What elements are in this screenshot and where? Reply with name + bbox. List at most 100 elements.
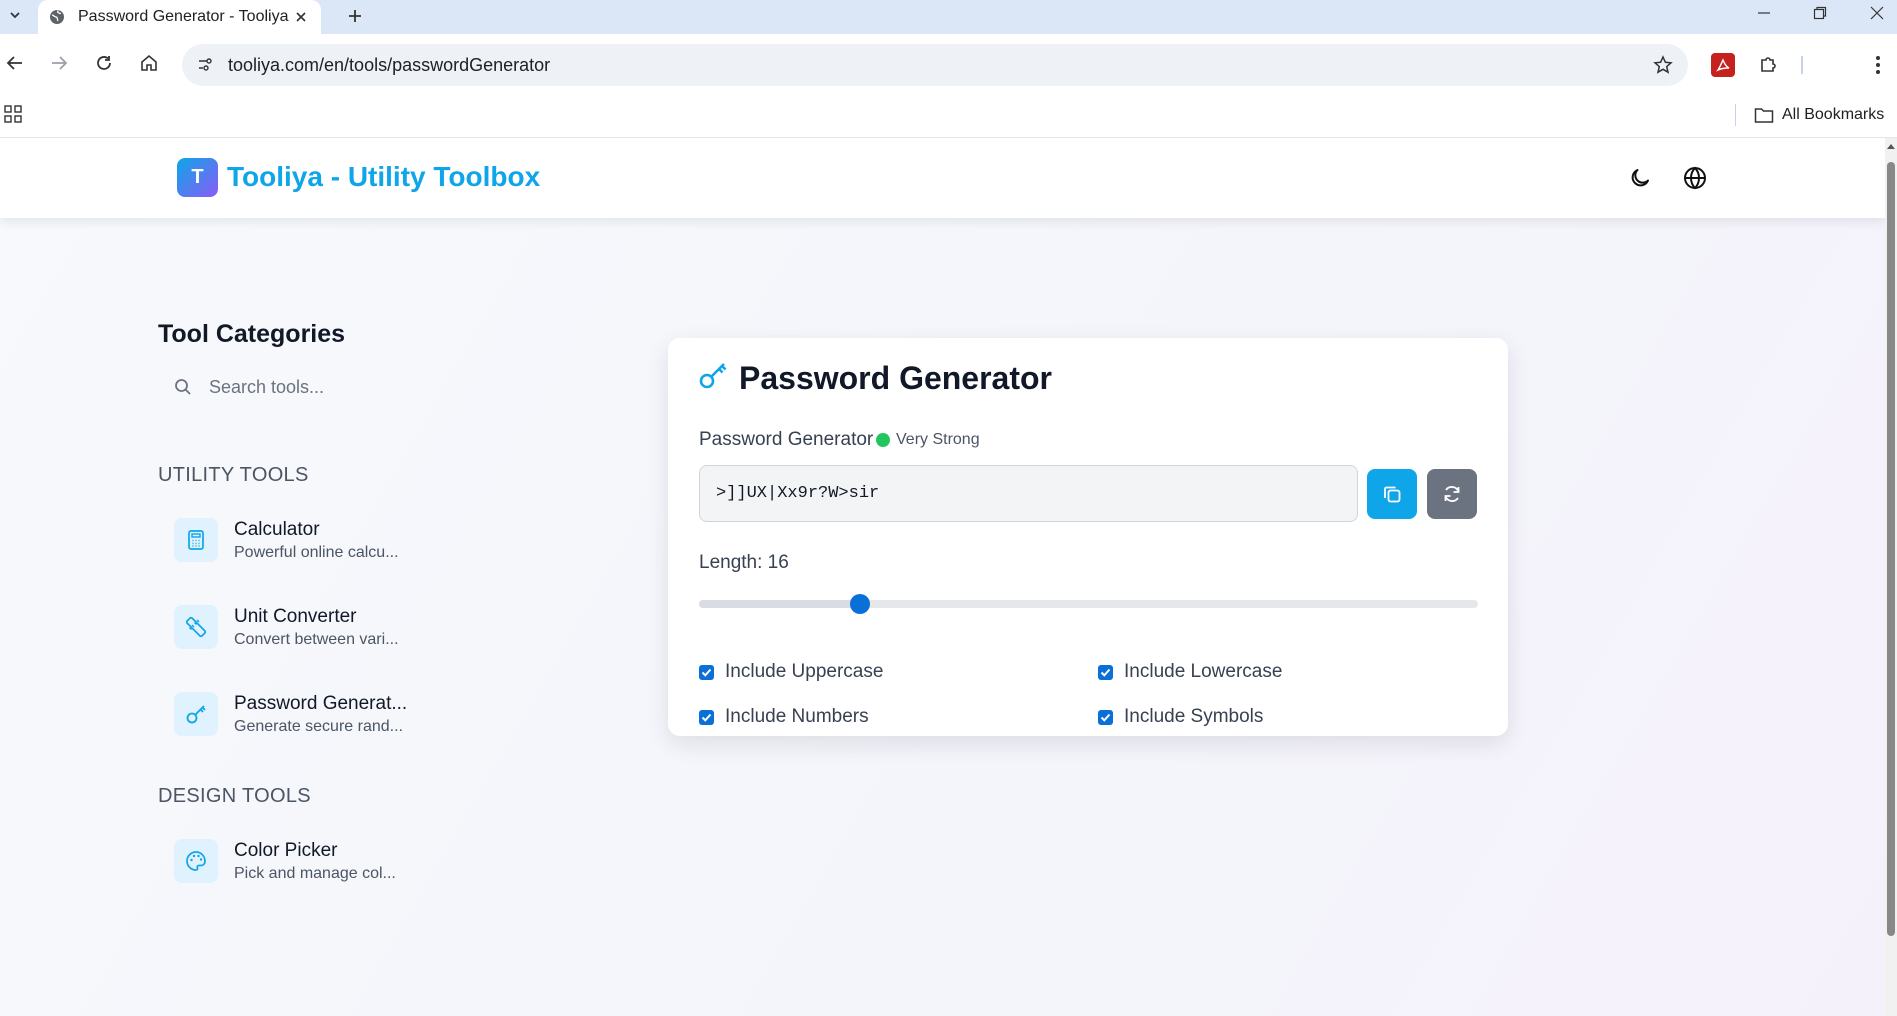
bookmark-star-icon[interactable] [1652, 54, 1674, 76]
browser-menu-button[interactable] [1866, 52, 1890, 78]
page-scrollbar[interactable] [1885, 138, 1897, 1016]
bookmarks-bar: All Bookmarks [0, 94, 1897, 138]
lowercase-option[interactable]: Include Lowercase [1098, 661, 1282, 683]
key-icon [698, 360, 728, 390]
chevron-down-icon [10, 12, 20, 19]
lowercase-label: Include Lowercase [1124, 661, 1283, 682]
symbols-label: Include Symbols [1124, 706, 1264, 727]
length-slider-fill [699, 600, 860, 608]
numbers-checkbox[interactable] [699, 709, 714, 725]
reload-button[interactable] [89, 48, 119, 78]
search-icon [173, 377, 193, 397]
numbers-option[interactable]: Include Numbers [699, 706, 869, 728]
site-header: T Tooliya - Utility Toolbox [0, 138, 1885, 218]
sidebar-item-calculator[interactable]: Calculator Powerful online calcu... [170, 509, 460, 571]
address-bar[interactable]: tooliya.com/en/tools/passwordGenerator [182, 44, 1688, 86]
apps-grid-icon[interactable] [2, 103, 24, 125]
home-button[interactable] [134, 48, 164, 78]
browser-tab-active[interactable]: Password Generator - Tooliya [38, 0, 321, 34]
restore-icon [1813, 6, 1827, 20]
sidebar-item-color-picker[interactable]: Color Picker Pick and manage col... [170, 830, 460, 892]
strength-indicator: Very Strong [876, 431, 980, 449]
all-bookmarks-label: All Bookmarks [1782, 106, 1885, 123]
length-slider-thumb[interactable] [850, 594, 870, 614]
uppercase-checkbox[interactable] [699, 664, 714, 680]
ruler-icon [174, 605, 218, 649]
minimize-window-button[interactable] [1741, 0, 1787, 26]
check-icon [1100, 713, 1111, 722]
bookmarks-divider [1735, 104, 1736, 126]
dark-mode-toggle[interactable] [1624, 162, 1656, 194]
arrow-right-icon [52, 56, 68, 70]
moon-icon [1631, 169, 1649, 187]
more-vertical-icon [1876, 56, 1880, 74]
reload-icon [97, 56, 111, 70]
copy-icon [1384, 486, 1401, 503]
section-label-design: DESIGN TOOLS [158, 785, 311, 807]
forward-button[interactable] [44, 48, 74, 78]
url-text[interactable]: tooliya.com/en/tools/passwordGenerator [228, 55, 550, 76]
browser-tabstrip: Password Generator - Tooliya [0, 0, 1897, 34]
password-output[interactable] [699, 465, 1358, 522]
key-icon [174, 692, 218, 736]
symbols-option[interactable]: Include Symbols [1098, 706, 1263, 728]
home-icon [141, 54, 157, 71]
check-icon [1100, 668, 1111, 677]
length-label: Length: 16 [699, 552, 789, 573]
uppercase-option[interactable]: Include Uppercase [699, 661, 883, 683]
restore-window-button[interactable] [1797, 0, 1843, 26]
browser-toolbar: tooliya.com/en/tools/passwordGenerator [0, 34, 1897, 94]
symbols-checkbox[interactable] [1098, 709, 1113, 725]
tool-name: Password Generat... [234, 693, 408, 714]
globe-icon [48, 8, 66, 26]
close-icon [1870, 6, 1884, 20]
scroll-up-arrow-icon[interactable] [1885, 140, 1897, 152]
tool-search [158, 366, 440, 408]
tool-name: Unit Converter [234, 606, 357, 627]
strength-dot [876, 433, 890, 447]
plus-icon [349, 10, 361, 22]
refresh-icon [1444, 486, 1460, 502]
search-input[interactable] [158, 366, 440, 408]
copy-button[interactable] [1367, 469, 1417, 519]
site-title[interactable]: Tooliya - Utility Toolbox [227, 161, 540, 193]
tool-description: Generate secure rand... [234, 718, 403, 735]
site-settings-icon[interactable] [195, 55, 215, 75]
tool-description: Powerful online calcu... [234, 544, 399, 561]
sidebar-item-unit-converter[interactable]: Unit Converter Convert between vari... [170, 596, 460, 658]
uppercase-label: Include Uppercase [725, 661, 884, 682]
arrow-left-icon [6, 56, 22, 70]
scrollbar-thumb[interactable] [1887, 162, 1895, 936]
all-bookmarks-button[interactable]: All Bookmarks [1754, 102, 1884, 128]
tab-search-button[interactable] [4, 4, 26, 26]
password-field-label: Password Generator [699, 429, 874, 450]
sidebar-title: Tool Categories [158, 320, 346, 348]
calculator-icon [174, 518, 218, 562]
regenerate-button[interactable] [1427, 469, 1477, 519]
folder-icon [1754, 108, 1774, 123]
page-title: Password Generator [739, 360, 1052, 396]
toolbar-divider [1801, 56, 1803, 74]
password-generator-card: Password Generator Password Generator Ve… [668, 338, 1508, 736]
close-window-button[interactable] [1854, 0, 1897, 26]
length-slider[interactable] [699, 594, 1478, 614]
tool-description: Pick and manage col... [234, 865, 396, 882]
tool-name: Calculator [234, 519, 320, 540]
new-tab-button[interactable] [341, 2, 369, 30]
check-icon [701, 668, 712, 677]
language-button[interactable] [1679, 162, 1711, 194]
page-viewport: T Tooliya - Utility Toolbox Tool Categor… [0, 138, 1897, 1016]
site-logo[interactable]: T [177, 158, 218, 197]
close-tab-icon[interactable] [291, 7, 311, 27]
strength-text: Very Strong [896, 431, 980, 448]
palette-icon [174, 839, 218, 883]
numbers-label: Include Numbers [725, 706, 869, 727]
sidebar-item-password-generator[interactable]: Password Generat... Generate secure rand… [170, 683, 460, 745]
tool-description: Convert between vari... [234, 631, 399, 648]
extensions-puzzle-icon[interactable] [1756, 53, 1780, 77]
lowercase-checkbox[interactable] [1098, 664, 1113, 680]
back-button[interactable] [0, 48, 30, 78]
pdf-extension-icon[interactable] [1711, 53, 1735, 77]
check-icon [701, 713, 712, 722]
section-label-utility: UTILITY TOOLS [158, 464, 309, 486]
